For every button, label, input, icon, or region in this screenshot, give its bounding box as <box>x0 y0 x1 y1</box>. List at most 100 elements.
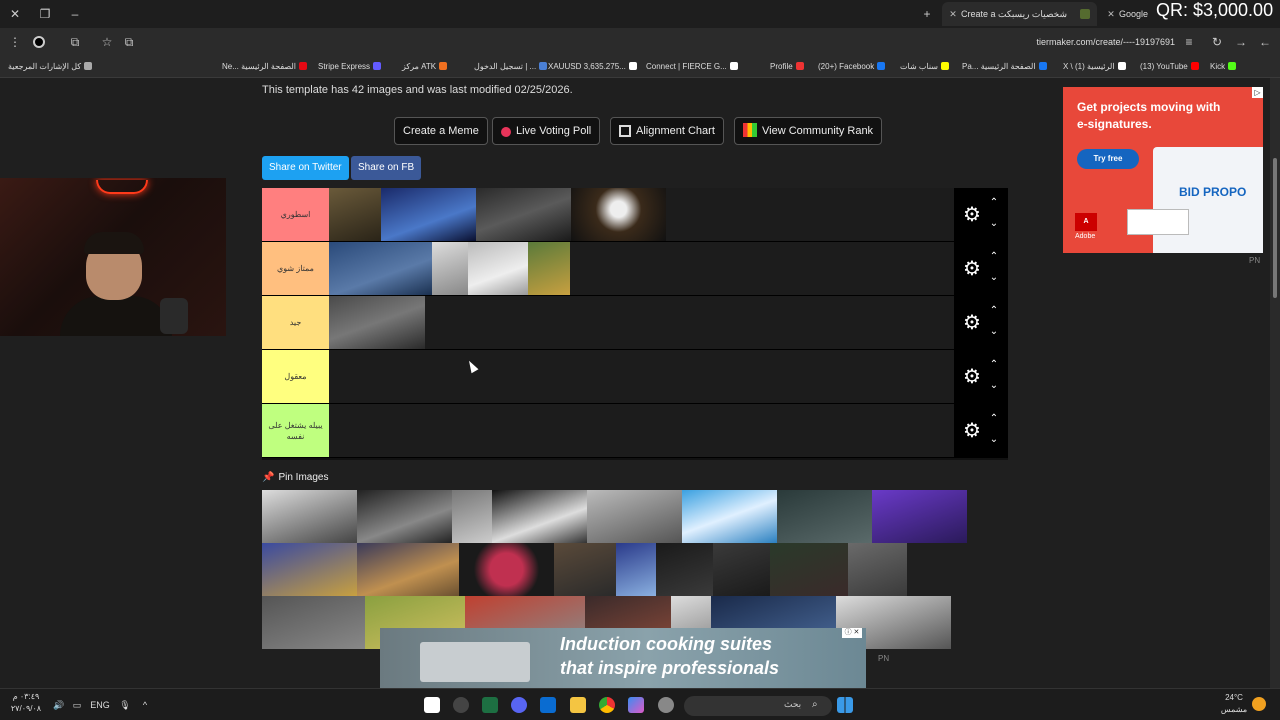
pool-image[interactable] <box>357 490 452 543</box>
gear-icon[interactable]: ⚙ <box>960 257 984 281</box>
gear-icon[interactable]: ⚙ <box>960 311 984 335</box>
pool-image[interactable] <box>554 543 616 596</box>
chrome-icon[interactable] <box>599 697 615 713</box>
ad-close-icon[interactable]: ⓘ ✕ <box>842 628 862 638</box>
pool-image[interactable] <box>587 490 682 543</box>
pool-image[interactable] <box>492 490 587 543</box>
extensions-icon[interactable]: ⧉ <box>66 33 84 51</box>
tier-image[interactable] <box>329 296 425 349</box>
bookmark-item[interactable]: مركز ATK <box>402 60 448 74</box>
pool-image[interactable] <box>777 490 872 543</box>
new-tab-button[interactable]: + <box>918 5 936 23</box>
windows-start-icon[interactable] <box>837 697 853 713</box>
chevron-up-icon[interactable]: ⌃ <box>988 251 1000 263</box>
bookmark-item[interactable]: X \ (1) الرئيسية <box>1063 60 1126 74</box>
tier-image[interactable] <box>468 242 528 295</box>
tier-items[interactable] <box>329 404 954 457</box>
community-rank-button[interactable]: View Community Rank <box>734 117 883 145</box>
tier-label[interactable]: اسطوري <box>262 188 329 241</box>
share-twitter-button[interactable]: Share on Twitter <box>262 156 349 180</box>
chevron-up-icon[interactable]: ⌃ <box>988 413 1000 425</box>
pool-image[interactable] <box>262 596 365 649</box>
bookmark-item[interactable]: XAUUSD 3,635.275... <box>548 60 637 74</box>
excel-icon[interactable] <box>482 697 498 713</box>
bookmark-item[interactable]: Stripe Express <box>318 60 382 74</box>
speaker-icon[interactable]: 🔊 <box>50 697 68 713</box>
pool-image[interactable] <box>262 543 357 596</box>
pool-image[interactable] <box>682 490 777 543</box>
window-close-button[interactable]: ✕ <box>6 5 24 23</box>
bookmark-item[interactable]: Pa... الصفحة الرئيسية <box>962 60 1047 74</box>
discord-icon[interactable] <box>511 697 527 713</box>
store-icon[interactable] <box>540 697 556 713</box>
chevron-up-icon[interactable]: ^ <box>138 697 152 713</box>
gear-icon[interactable]: ⚙ <box>960 419 984 443</box>
pool-image[interactable] <box>452 490 492 543</box>
tier-items[interactable] <box>329 242 954 295</box>
tier-label[interactable]: معقول <box>262 350 329 403</box>
chevron-down-icon[interactable]: ⌄ <box>988 218 1000 230</box>
cast-icon[interactable]: ⧉ <box>120 33 138 51</box>
clock[interactable]: ٠٣:٤٩ م ٢٧/٠٩/٠٨ <box>8 691 44 715</box>
profile-avatar-icon[interactable] <box>30 33 48 51</box>
pool-image[interactable] <box>713 543 770 596</box>
weather-widget[interactable]: 24°C مشمس <box>1214 692 1254 716</box>
address-bar[interactable]: tiermaker.com/create/----19197691 <box>960 33 1175 51</box>
bookmark-item[interactable]: Ne... الصفحة الرئيسية <box>222 60 307 74</box>
tier-items[interactable] <box>329 296 954 349</box>
gear-icon[interactable]: ⚙ <box>960 365 984 389</box>
app-icon[interactable] <box>424 697 440 713</box>
chevron-up-icon[interactable]: ⌃ <box>988 359 1000 371</box>
bookmark-item[interactable]: تسجيل الدخول | ... <box>474 60 548 74</box>
chevron-down-icon[interactable]: ⌄ <box>988 434 1000 446</box>
tier-image[interactable] <box>329 242 432 295</box>
create-meme-button[interactable]: Create a Meme <box>394 117 488 145</box>
window-restore-button[interactable]: ❐ <box>36 5 54 23</box>
scrollbar-thumb[interactable] <box>1273 158 1277 298</box>
live-voting-button[interactable]: Live Voting Poll <box>492 117 601 145</box>
pool-image[interactable] <box>616 543 656 596</box>
tab-close-icon[interactable]: ✕ <box>1104 2 1118 26</box>
settings-icon[interactable] <box>658 697 674 713</box>
all-bookmarks-item[interactable]: كل الإشارات المرجعية <box>8 60 93 74</box>
network-icon[interactable]: ▭ <box>68 697 86 713</box>
tier-items[interactable] <box>329 188 954 241</box>
pool-image[interactable] <box>262 490 357 543</box>
pool-image[interactable] <box>848 543 907 596</box>
chevron-up-icon[interactable]: ⌃ <box>988 305 1000 317</box>
bookmark-star-icon[interactable]: ☆ <box>98 33 116 51</box>
gear-icon[interactable]: ⚙ <box>960 203 984 227</box>
bookmark-item[interactable]: سناب شات <box>900 60 949 74</box>
pool-image[interactable] <box>656 543 713 596</box>
pool-image[interactable] <box>872 490 967 543</box>
pool-image[interactable] <box>459 543 554 596</box>
tier-items[interactable] <box>329 350 954 403</box>
tier-label[interactable]: جيد <box>262 296 329 349</box>
tier-image[interactable] <box>571 188 666 241</box>
mic-icon[interactable]: 🎙 <box>118 697 132 713</box>
page-settings-icon[interactable]: ≡ <box>1180 33 1198 51</box>
tab-google[interactable]: ✕ Google <box>1100 2 1152 26</box>
ad-info-icon[interactable]: ▷ <box>1252 87 1263 98</box>
cooking-ad[interactable]: Induction cooking suites that inspire pr… <box>380 628 866 688</box>
chevron-down-icon[interactable]: ⌄ <box>988 272 1000 284</box>
taskbar-search[interactable]: بحث ⌕ <box>684 696 832 716</box>
tab-tiermaker[interactable]: ✕ Create a تحميل شخصيات ريسبكت <box>942 2 1097 26</box>
copilot-icon[interactable] <box>628 697 644 713</box>
forward-icon[interactable]: → <box>1232 33 1250 51</box>
pool-image[interactable] <box>770 543 848 596</box>
obs-icon[interactable] <box>453 697 469 713</box>
back-icon[interactable]: ← <box>1256 33 1274 51</box>
folder-icon[interactable] <box>570 697 586 713</box>
share-fb-button[interactable]: Share on FB <box>351 156 422 180</box>
language-indicator[interactable]: ENG <box>88 697 112 713</box>
alignment-chart-button[interactable]: Alignment Chart <box>610 117 724 145</box>
reload-icon[interactable]: ↻ <box>1208 33 1226 51</box>
tier-image[interactable] <box>432 242 468 295</box>
chevron-up-icon[interactable]: ⌃ <box>988 197 1000 209</box>
bookmark-item[interactable]: Kick <box>1210 60 1237 74</box>
pool-image[interactable] <box>357 543 459 596</box>
page-scrollbar[interactable] <box>1270 78 1280 688</box>
tab-close-icon[interactable]: ✕ <box>946 2 960 26</box>
bookmark-item[interactable]: (13) YouTube <box>1140 60 1199 74</box>
